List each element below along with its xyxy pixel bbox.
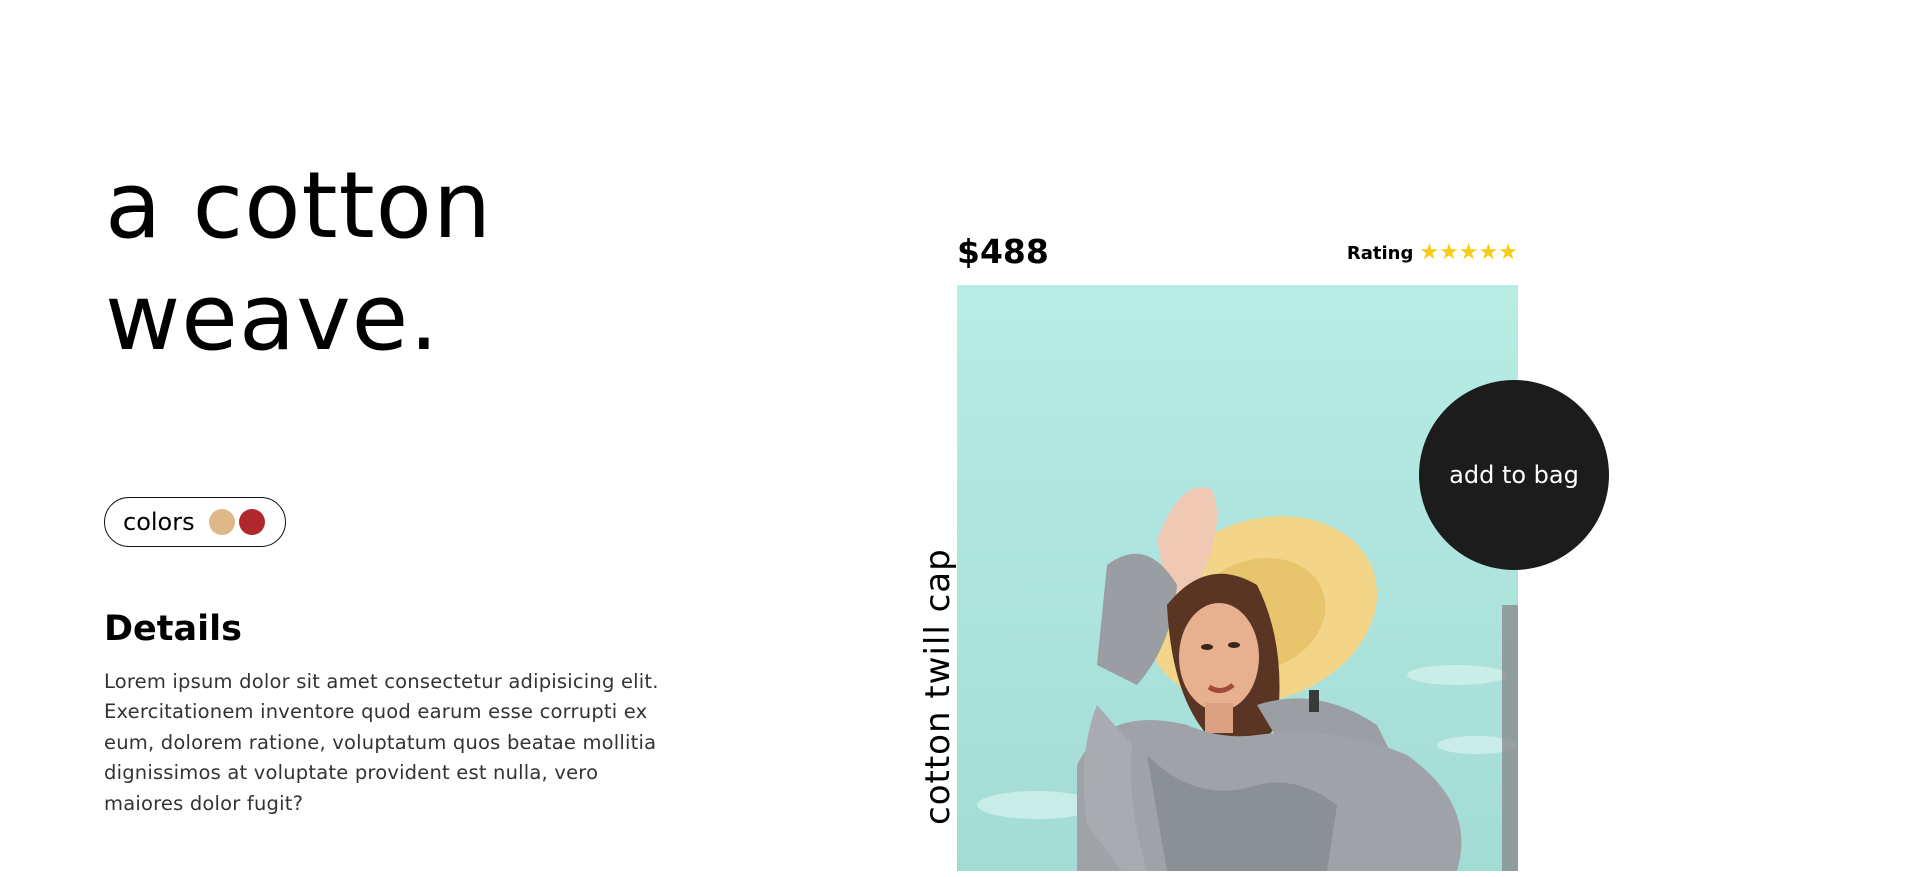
product-photo bbox=[957, 285, 1518, 871]
star-icon: ★ bbox=[1419, 240, 1440, 265]
hero-headline: a cotton weave. bbox=[105, 150, 492, 374]
product-price: $488 bbox=[957, 232, 1049, 271]
details-heading: Details bbox=[104, 609, 242, 649]
rating-label: Rating bbox=[1346, 242, 1414, 264]
model-in-sun-hat-illustration bbox=[957, 285, 1518, 871]
headline-line-2: weave. bbox=[105, 264, 440, 371]
star-icon: ★ bbox=[1498, 240, 1518, 265]
color-swatch-tan[interactable] bbox=[208, 509, 235, 535]
color-swatch-red[interactable] bbox=[238, 509, 265, 535]
star-icon: ★ bbox=[1439, 240, 1459, 265]
product-page: a cotton weave. colors Details Lorem ips… bbox=[0, 0, 1910, 877]
product-rating: Rating ★★★★★ bbox=[1347, 242, 1518, 264]
details-description: Lorem ipsum dolor sit amet consectetur a… bbox=[104, 670, 659, 815]
rating-stars: ★★★★★ bbox=[1419, 242, 1518, 264]
add-to-bag-button[interactable]: add to bag bbox=[1419, 380, 1609, 570]
colors-selector: colors bbox=[104, 497, 286, 547]
product-name-vertical: cotton twill cap bbox=[918, 548, 958, 825]
star-icon: ★ bbox=[1478, 240, 1499, 265]
colors-label: colors bbox=[123, 508, 195, 536]
star-icon: ★ bbox=[1458, 240, 1479, 265]
headline-line-1: a cotton bbox=[105, 152, 493, 259]
